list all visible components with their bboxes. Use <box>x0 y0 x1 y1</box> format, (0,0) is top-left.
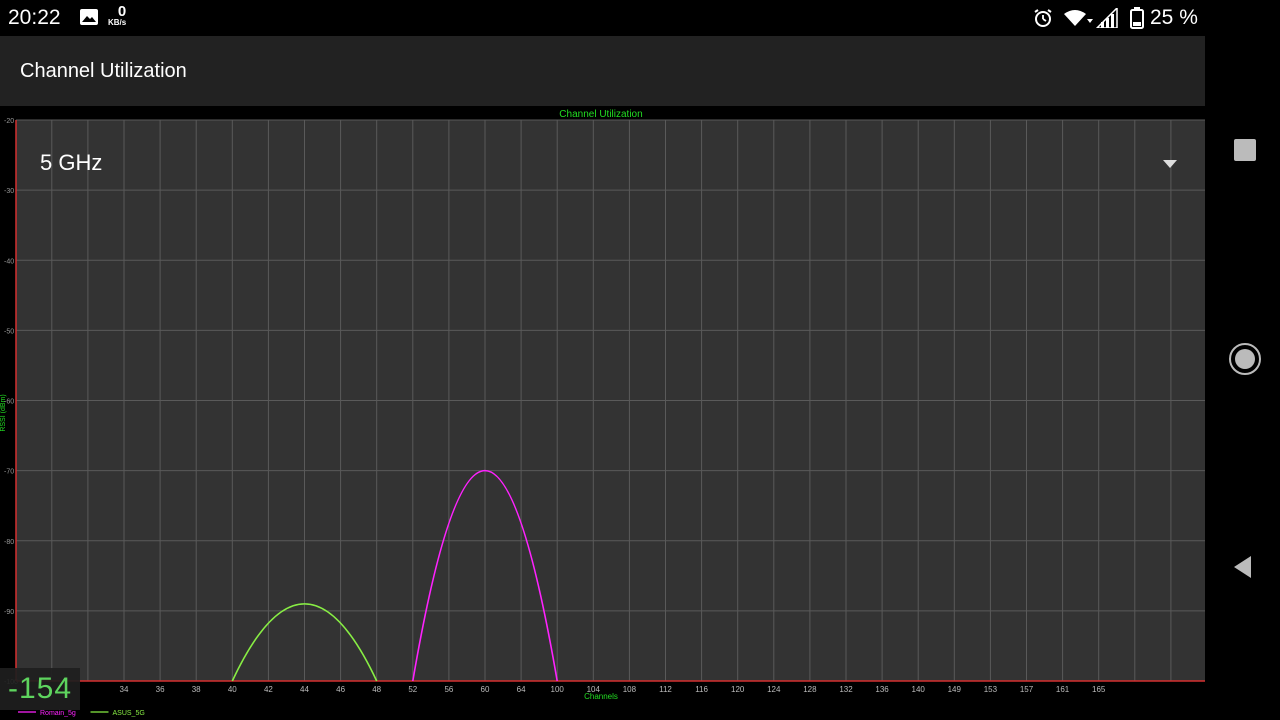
x-tick-label: 42 <box>264 685 273 694</box>
network-speed-unit: KB/s <box>108 18 127 27</box>
legend-label: ASUS_5G <box>113 710 145 717</box>
image-icon <box>80 9 98 25</box>
y-axis-title: RSSI (dBm) <box>0 394 7 431</box>
x-tick-label: 44 <box>300 685 309 694</box>
app-bar: Channel Utilization <box>0 36 1205 106</box>
x-tick-label: 60 <box>481 685 490 694</box>
x-tick-label: 157 <box>1020 685 1034 694</box>
x-tick-label: 36 <box>156 685 165 694</box>
y-tick-label: -30 <box>4 188 14 195</box>
x-tick-label: 108 <box>623 685 637 694</box>
x-tick-label: 38 <box>192 685 201 694</box>
x-tick-label: 165 <box>1092 685 1106 694</box>
rssi-readout: -154 <box>0 668 80 710</box>
x-tick-label: 48 <box>372 685 381 694</box>
x-tick-label: 112 <box>659 685 672 694</box>
x-tick-label: 136 <box>875 685 889 694</box>
x-tick-label: 153 <box>984 685 998 694</box>
x-tick-label: 161 <box>1056 685 1070 694</box>
y-tick-label: -20 <box>4 118 14 125</box>
wifi-icon <box>1064 10 1093 26</box>
x-tick-label: 40 <box>228 685 237 694</box>
x-tick-label: 140 <box>912 685 926 694</box>
home-icon <box>1229 343 1261 375</box>
recents-button[interactable] <box>1225 130 1265 170</box>
page-title: Channel Utilization <box>20 60 187 82</box>
band-selector[interactable] <box>18 120 1204 200</box>
home-button[interactable] <box>1225 339 1265 379</box>
x-tick-label: 34 <box>120 685 129 694</box>
x-tick-label: 64 <box>517 685 526 694</box>
alarm-icon <box>1034 9 1052 27</box>
rssi-value: -154 <box>8 672 73 705</box>
legend-label: Romain_5g <box>40 710 76 717</box>
channel-chart: -20-30-40-50-60-70-80-90-100343638404244… <box>0 106 1205 720</box>
x-tick-label: 149 <box>948 685 962 694</box>
battery-icon <box>1130 7 1144 29</box>
x-tick-label: 46 <box>336 685 345 694</box>
y-tick-label: -50 <box>4 328 14 335</box>
y-tick-label: -40 <box>4 258 14 265</box>
status-time: 20:22 <box>8 6 61 29</box>
x-tick-label: 100 <box>551 685 565 694</box>
x-tick-label: 120 <box>731 685 745 694</box>
x-tick-label: 52 <box>408 685 417 694</box>
x-tick-label: 132 <box>839 685 853 694</box>
signal-icon <box>1095 8 1118 28</box>
battery-percent: 25 % <box>1150 6 1198 29</box>
back-button[interactable] <box>1225 547 1265 587</box>
band-selector-value: 5 GHz <box>40 150 103 175</box>
x-axis-title: Channels <box>584 692 618 701</box>
y-tick-label: -70 <box>4 469 14 476</box>
navigation-bar <box>1205 36 1280 720</box>
x-tick-label: 56 <box>444 685 453 694</box>
chart-title: Channel Utilization <box>559 109 642 120</box>
y-tick-label: -80 <box>4 539 14 546</box>
x-tick-label: 124 <box>767 685 781 694</box>
recents-icon <box>1234 139 1256 161</box>
x-tick-label: 116 <box>695 685 708 694</box>
status-bar: 20:22 0 KB/s 25 % <box>0 0 1280 36</box>
back-icon <box>1234 556 1251 578</box>
chevron-down-icon[interactable] <box>1160 158 1180 170</box>
y-tick-label: -90 <box>4 609 14 616</box>
x-tick-label: 128 <box>803 685 817 694</box>
